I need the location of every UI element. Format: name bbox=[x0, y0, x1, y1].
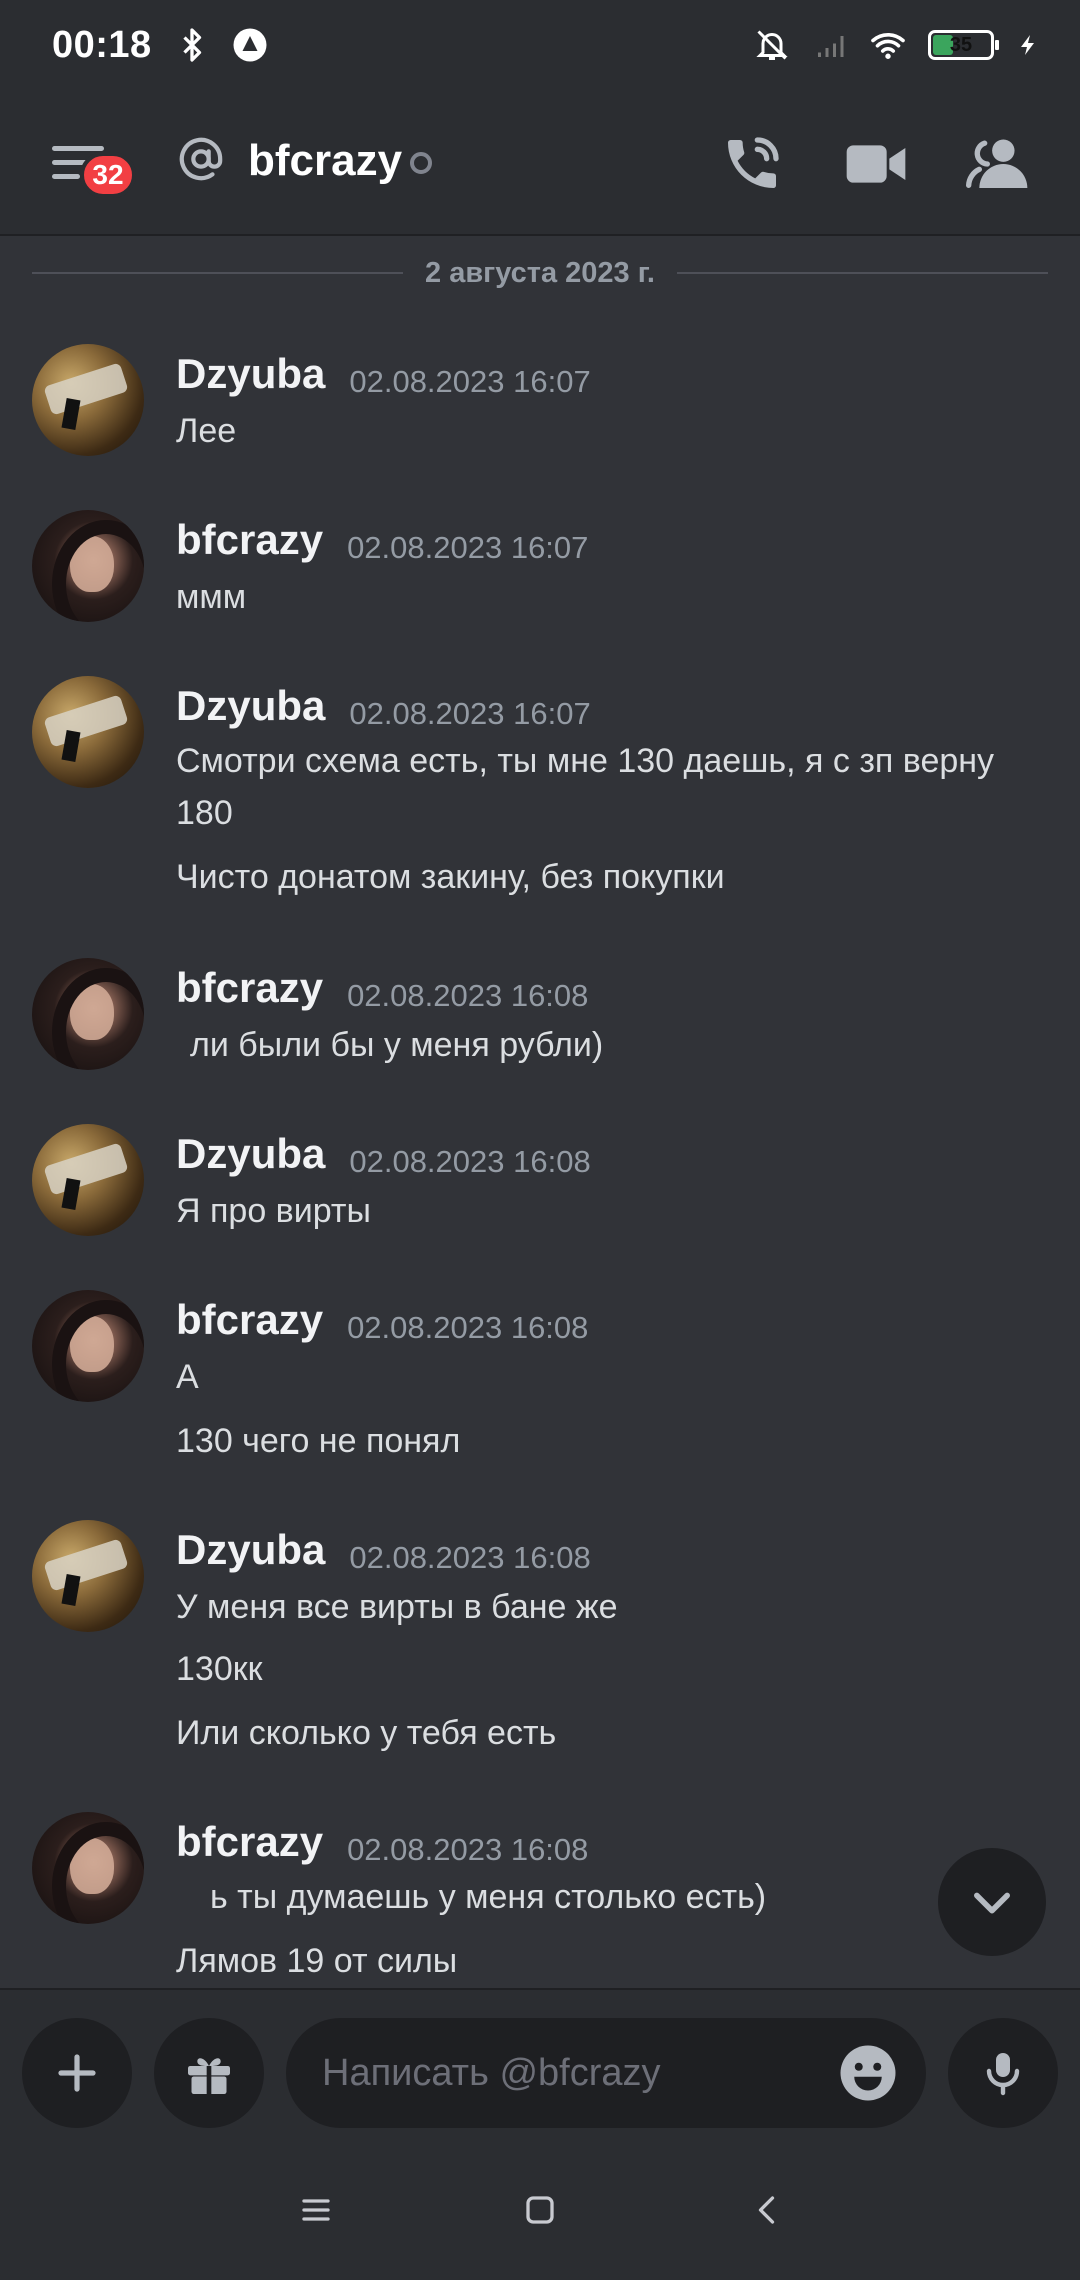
jump-to-bottom-button[interactable] bbox=[938, 1848, 1046, 1956]
members-icon[interactable] bbox=[966, 132, 1030, 196]
message-text: Чисто донатом закину, без покупки bbox=[176, 858, 725, 896]
video-icon[interactable] bbox=[844, 132, 908, 196]
attach-button[interactable] bbox=[22, 2018, 132, 2128]
message-author[interactable]: Dzyuba bbox=[176, 682, 325, 730]
message-author[interactable]: bfcrazy bbox=[176, 1296, 323, 1344]
message-input-container[interactable] bbox=[286, 2018, 926, 2128]
message-timestamp: 02.08.2023 16:07 bbox=[349, 364, 591, 399]
message-input[interactable] bbox=[322, 2018, 802, 2128]
message-timestamp: 02.08.2023 16:08 bbox=[349, 1540, 591, 1575]
message-author[interactable]: bfcrazy bbox=[176, 516, 323, 564]
back-button[interactable] bbox=[738, 2180, 798, 2240]
emoji-icon[interactable] bbox=[838, 2043, 898, 2103]
at-icon bbox=[179, 137, 223, 181]
voice-message-button[interactable] bbox=[948, 2018, 1058, 2128]
mute-icon bbox=[756, 30, 788, 60]
home-button[interactable] bbox=[510, 2180, 570, 2240]
message-timestamp: 02.08.2023 16:08 bbox=[347, 1310, 589, 1345]
bluetooth-icon bbox=[183, 28, 201, 62]
avatar[interactable] bbox=[32, 1290, 144, 1402]
message-text: Я про вирты bbox=[176, 1192, 371, 1230]
avatar[interactable] bbox=[32, 344, 144, 456]
charging-icon bbox=[1021, 35, 1034, 55]
message-text: 130кк bbox=[176, 1650, 263, 1688]
battery-icon: 35 bbox=[928, 30, 999, 60]
message-text: ммм bbox=[176, 578, 247, 616]
avatar[interactable] bbox=[32, 1124, 144, 1236]
channel-header: 32 bfcrazy bbox=[0, 90, 1080, 236]
message-timestamp: 02.08.2023 16:08 bbox=[347, 978, 589, 1013]
message-text: Или сколько у тебя есть bbox=[176, 1714, 557, 1752]
message-text: Смотри схема есть, ты мне 130 даешь, я с… bbox=[176, 742, 995, 780]
message-text: А bbox=[176, 1358, 199, 1396]
message-text: ь ты думаешь у меня столько есть) bbox=[210, 1878, 767, 1916]
gift-button[interactable] bbox=[154, 2018, 264, 2128]
message-author[interactable]: Dzyuba bbox=[176, 350, 325, 398]
battery-level: 35 bbox=[949, 33, 973, 56]
date-divider-label: 2 августа 2023 г. bbox=[425, 256, 655, 289]
avatar[interactable] bbox=[32, 958, 144, 1070]
channel-title[interactable]: bfcrazy bbox=[248, 136, 402, 186]
avatar[interactable] bbox=[32, 510, 144, 622]
message-author[interactable]: bfcrazy bbox=[176, 1818, 323, 1866]
message-text: У меня все вирты в бане же bbox=[176, 1588, 618, 1626]
message-author[interactable]: bfcrazy bbox=[176, 964, 323, 1012]
gift-icon bbox=[188, 2058, 230, 2094]
signal-icon bbox=[818, 36, 844, 57]
message-text: 130 чего не понял bbox=[176, 1422, 461, 1460]
recent-apps-button[interactable] bbox=[286, 2180, 346, 2240]
message-timestamp: 02.08.2023 16:08 bbox=[347, 1832, 589, 1867]
microphone-icon bbox=[986, 2053, 1020, 2096]
vpn-icon bbox=[233, 28, 267, 62]
message-author[interactable]: Dzyuba bbox=[176, 1526, 325, 1574]
back-chevron-icon bbox=[758, 2196, 775, 2224]
avatar[interactable] bbox=[32, 1520, 144, 1632]
offline-status-icon bbox=[410, 152, 432, 174]
plus-icon bbox=[58, 2054, 96, 2092]
message-author[interactable]: Dzyuba bbox=[176, 1130, 325, 1178]
chevron-down-icon bbox=[974, 1892, 1010, 1914]
unread-badge: 32 bbox=[80, 152, 136, 198]
message-timestamp: 02.08.2023 16:08 bbox=[349, 1144, 591, 1179]
avatar[interactable] bbox=[32, 1812, 144, 1924]
system-navigation-bar bbox=[0, 2138, 1080, 2280]
status-time: 00:18 bbox=[52, 23, 152, 66]
avatar[interactable] bbox=[32, 676, 144, 788]
status-bar: 00:18 35 bbox=[0, 0, 1080, 90]
message-timestamp: 02.08.2023 16:07 bbox=[349, 696, 591, 731]
menu-lines-icon bbox=[302, 2199, 330, 2221]
message-composer bbox=[0, 1988, 1080, 2138]
home-square-icon bbox=[526, 2196, 554, 2224]
message-text: 180 bbox=[176, 794, 233, 832]
wifi-icon bbox=[871, 33, 905, 59]
date-divider: 2 августа 2023 г. bbox=[32, 253, 1049, 293]
call-icon[interactable] bbox=[720, 132, 784, 196]
message-text: Лямов 19 от силы bbox=[176, 1942, 458, 1980]
message-text: Лее bbox=[176, 412, 237, 450]
message-timestamp: 02.08.2023 16:07 bbox=[347, 530, 589, 565]
message-text: ли были бы у меня рубли) bbox=[190, 1026, 604, 1064]
